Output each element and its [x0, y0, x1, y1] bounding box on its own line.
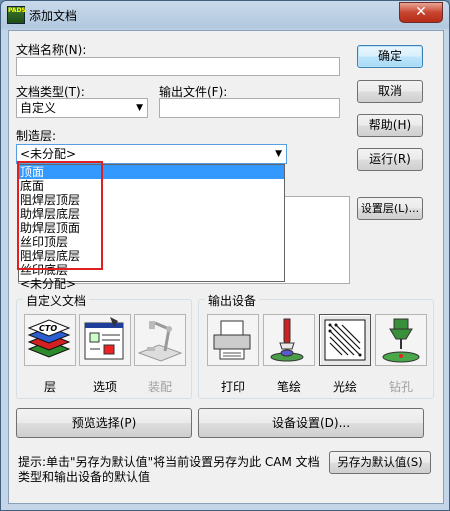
output-devices-title: 输出设备: [205, 292, 260, 309]
ok-button[interactable]: 确定: [357, 45, 423, 68]
photo-plot-tile[interactable]: [319, 314, 371, 366]
drill-icon: [382, 318, 420, 363]
drill-tile: [375, 314, 427, 366]
layers-tile[interactable]: CTO: [24, 314, 76, 366]
options-tile[interactable]: [79, 314, 131, 366]
svg-text:CTO: CTO: [39, 324, 57, 333]
run-button[interactable]: 运行(R): [357, 148, 423, 171]
assembly-tile: [134, 314, 186, 366]
photo-plot-label: 光绘: [332, 380, 357, 394]
pads-app-icon: PADS: [7, 6, 26, 24]
save-as-default-button[interactable]: 另存为默认值(S): [329, 451, 431, 474]
layer-label: 制造层:: [16, 129, 57, 143]
printer-icon: [213, 320, 251, 360]
assembly-icon: [137, 321, 183, 362]
close-button[interactable]: ✕: [399, 2, 443, 23]
custom-docs-group: 自定义文档 CTO 层 选项 装配: [16, 292, 192, 399]
custom-docs-title: 自定义文档: [23, 292, 90, 309]
doc-name-label: 文档名称(N):: [16, 43, 87, 57]
assembly-label: 装配: [147, 380, 172, 394]
layers-label: 层: [43, 380, 56, 394]
doc-name-input[interactable]: [16, 57, 340, 76]
dialog-client-area: 文档名称(N): 文档类型(T): 自定义 ▼ 输出文件(F): 制造层: <未…: [8, 30, 444, 504]
cancel-button[interactable]: 取消: [357, 80, 423, 103]
hint-text: 提示:单击"另存为默认值"将当前设置另存为此 CAM 文档类型和输出设备的默认值: [18, 455, 320, 484]
doc-type-value: 自定义: [20, 101, 57, 115]
photoplotter-icon: [324, 319, 366, 361]
highlight-box: [17, 161, 103, 270]
pen-plot-tile[interactable]: [263, 314, 315, 366]
help-button[interactable]: 帮助(H): [357, 114, 423, 137]
title-bar: PADS 添加文档 ✕: [1, 1, 449, 29]
print-tile[interactable]: [207, 314, 259, 366]
window-title: 添加文档: [29, 9, 78, 23]
options-icon: [84, 317, 124, 360]
pen-plot-label: 笔绘: [276, 380, 301, 394]
output-file-input[interactable]: [159, 98, 340, 118]
chevron-down-icon: ▼: [136, 103, 143, 113]
layers-icon: CTO: [27, 319, 71, 358]
set-layer-button[interactable]: 设置层(L)...: [357, 197, 423, 220]
drill-label: 钻孔: [388, 380, 413, 394]
print-label: 打印: [220, 380, 245, 394]
chevron-down-icon: ▼: [275, 149, 282, 159]
layer-select-value: <未分配>: [20, 147, 77, 161]
output-devices-group: 输出设备 打印 笔绘 光绘 钻孔: [198, 292, 434, 399]
device-setup-button[interactable]: 设备设置(D)...: [198, 408, 424, 438]
doc-type-select[interactable]: 自定义 ▼: [16, 98, 148, 118]
pen-plotter-icon: [270, 318, 304, 362]
add-document-dialog: PADS 添加文档 ✕ 文档名称(N): 文档类型(T): 自定义 ▼ 输出文件…: [0, 0, 450, 511]
preview-selection-button[interactable]: 预览选择(P): [16, 408, 192, 438]
options-label: 选项: [92, 380, 117, 394]
dropdown-option[interactable]: <未分配>: [19, 277, 284, 291]
